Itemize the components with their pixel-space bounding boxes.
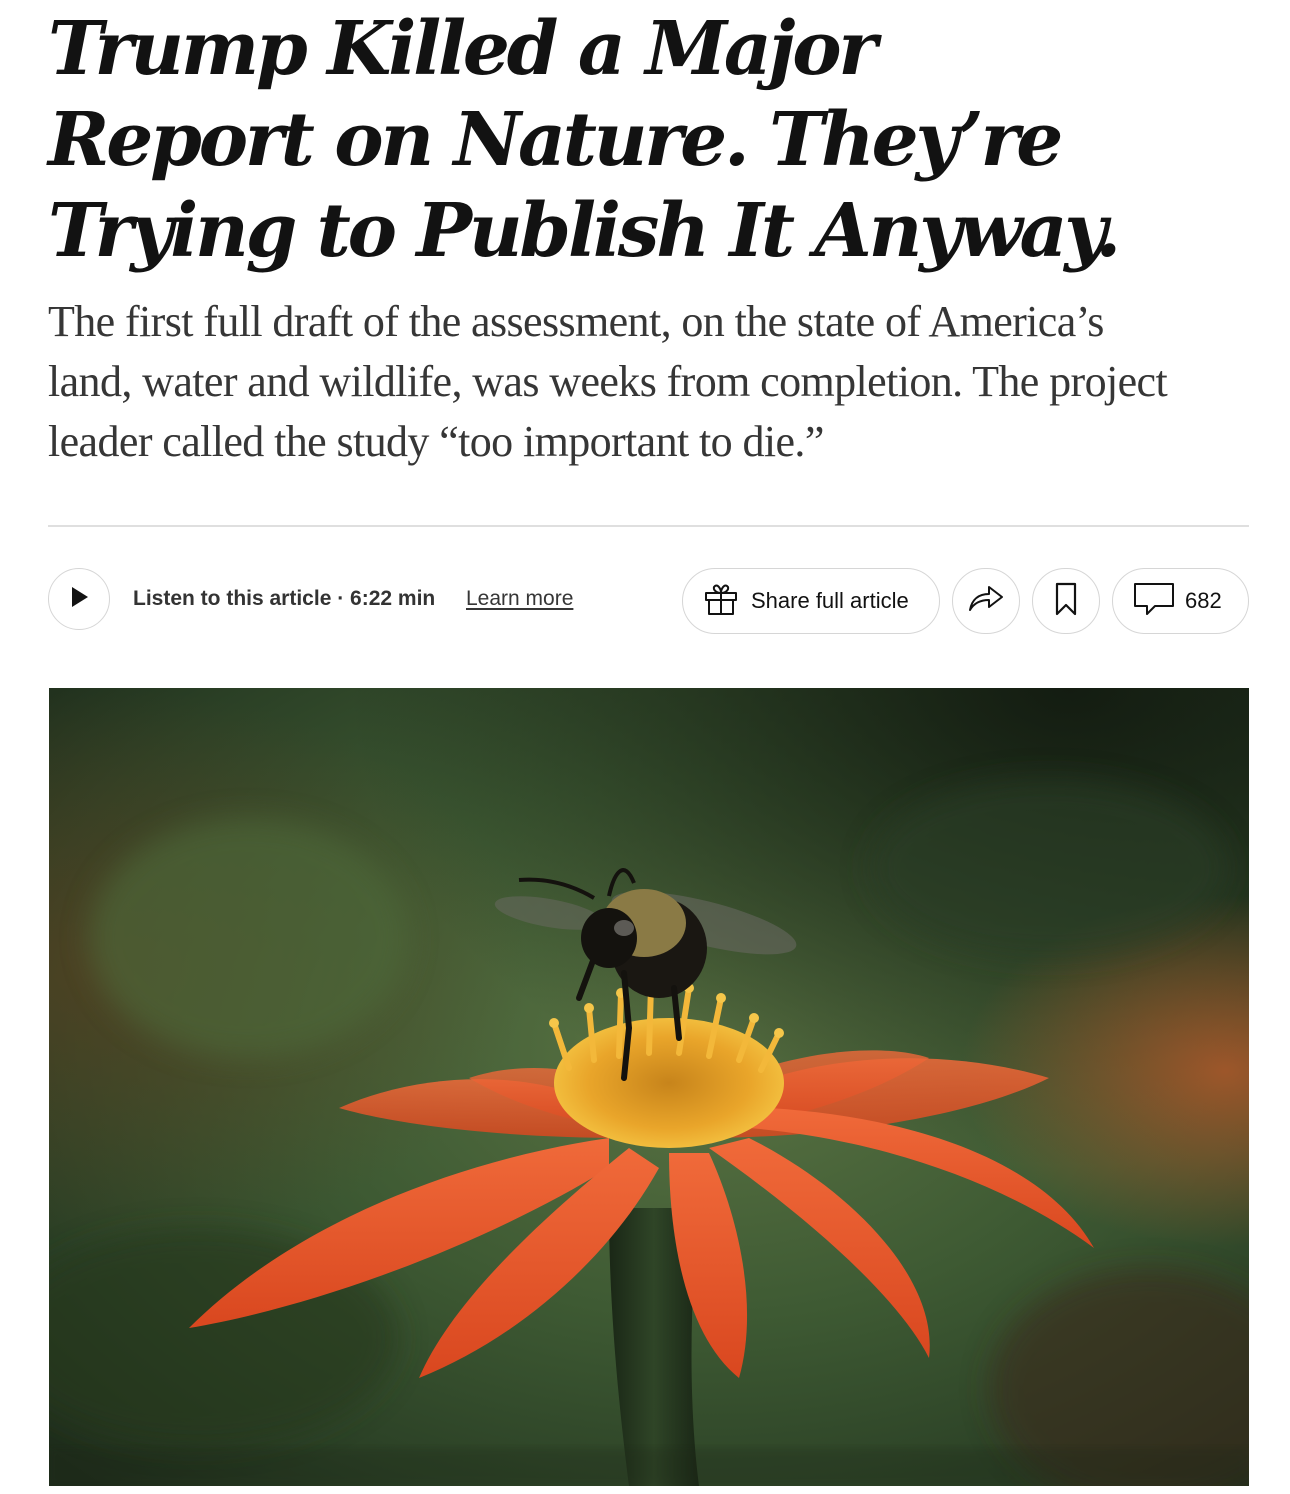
share-arrow-icon <box>967 584 1005 619</box>
lead-image <box>49 688 1249 1486</box>
summary-line: leader called the study “too important t… <box>48 417 824 466</box>
summary-line: The first full draft of the assessment, … <box>48 297 1104 346</box>
headline-line: Trump Killed a Major <box>48 6 877 92</box>
headline-line: Report on Nature. They’re <box>48 97 1063 183</box>
article-toolbar: Listen to this article · 6:22 min Learn … <box>48 568 1249 634</box>
comments-button[interactable]: 682 <box>1112 568 1249 634</box>
comment-bubble-icon <box>1133 581 1175 622</box>
summary-line: land, water and wildlife, was weeks from… <box>48 357 1168 406</box>
listen-label: Listen to this article · 6:22 min <box>133 587 436 610</box>
bee-on-flower-image <box>49 688 1249 1486</box>
gift-icon <box>703 581 739 622</box>
play-audio-button[interactable] <box>48 568 110 630</box>
learn-more-link[interactable]: Learn more <box>466 585 573 613</box>
share-button[interactable] <box>952 568 1020 634</box>
comments-count: 682 <box>1185 588 1222 613</box>
headline-line: Trying to Publish It Anyway. <box>48 188 1121 274</box>
header-divider <box>48 525 1249 527</box>
article-summary: The first full draft of the assessment, … <box>48 292 1248 472</box>
share-full-article-button[interactable]: Share full article <box>682 568 940 634</box>
play-icon <box>69 586 89 613</box>
share-full-article-label: Share full article <box>751 588 909 613</box>
save-bookmark-button[interactable] <box>1032 568 1100 634</box>
bookmark-icon <box>1054 582 1078 621</box>
article-headline: Trump Killed a Major Report on Nature. T… <box>48 4 1121 277</box>
